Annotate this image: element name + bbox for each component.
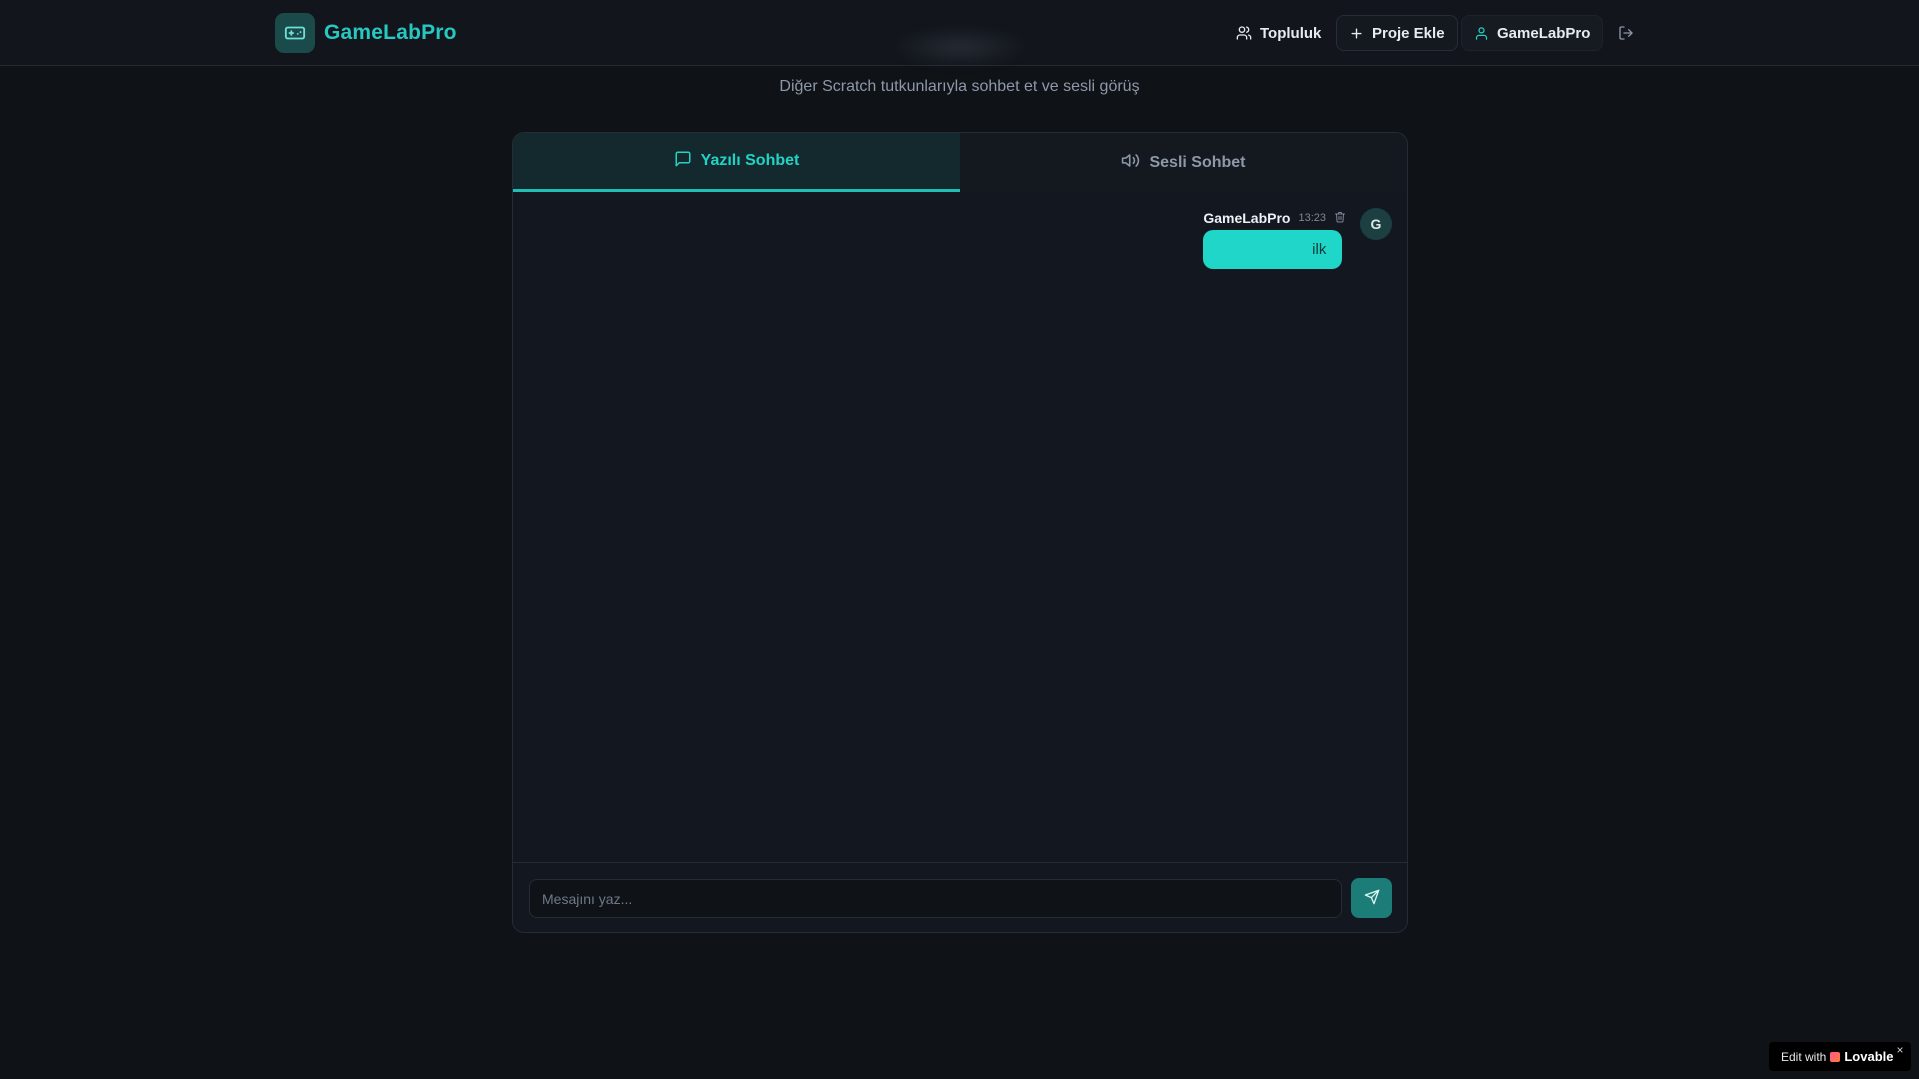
add-project-button[interactable]: Proje Ekle <box>1336 15 1458 51</box>
nav-community-label: Topluluk <box>1260 24 1322 42</box>
user-icon <box>1474 26 1489 41</box>
message-input[interactable] <box>529 879 1342 918</box>
avatar: G <box>1360 208 1392 240</box>
message-list[interactable]: GameLabPro 13:23 ilk G <box>513 193 1407 861</box>
tab-text-chat-label: Yazılı Sohbet <box>700 152 800 169</box>
chat-tabs: Yazılı Sohbet Sesli Sohbet <box>513 133 1407 192</box>
gamepad-icon <box>275 13 315 53</box>
tab-text-chat[interactable]: Yazılı Sohbet <box>513 133 960 192</box>
badge-brand: Lovable <box>1844 1049 1894 1064</box>
message-square-icon <box>674 150 692 173</box>
badge-prefix: Edit with <box>1781 1049 1827 1064</box>
tab-voice-chat[interactable]: Sesli Sohbet <box>960 133 1407 192</box>
app-name: GameLabPro <box>324 21 457 44</box>
send-icon <box>1364 889 1380 908</box>
edit-with-lovable-badge[interactable]: Edit with Lovable <box>1769 1042 1911 1071</box>
plus-icon <box>1349 26 1364 41</box>
message-item: GameLabPro 13:23 ilk G <box>1203 208 1392 269</box>
user-profile-button[interactable]: GameLabPro <box>1461 15 1604 51</box>
lovable-heart-icon <box>1830 1051 1841 1062</box>
user-label: GameLabPro <box>1497 24 1591 42</box>
chat-card: Yazılı Sohbet Sesli Sohbet GameLabPro 13… <box>512 132 1408 933</box>
top-navbar: GameLabPro Topluluk Proje Ekle GameLabPr… <box>0 0 1919 66</box>
message-time: 13:23 <box>1298 212 1326 224</box>
logout-icon[interactable] <box>1614 21 1638 45</box>
page-subtitle: Diğer Scratch tutkunlarıyla sohbet et ve… <box>779 78 1140 95</box>
add-project-label: Proje Ekle <box>1372 24 1445 42</box>
nav-community-link[interactable]: Topluluk <box>1224 15 1333 51</box>
volume-icon <box>1121 151 1140 175</box>
tab-voice-chat-label: Sesli Sohbet <box>1149 153 1246 171</box>
message-meta: GameLabPro 13:23 <box>1203 208 1348 228</box>
message-composer <box>513 862 1407 932</box>
message-author: GameLabPro <box>1203 210 1291 226</box>
message-bubble: ilk <box>1203 230 1343 269</box>
close-icon[interactable]: × <box>1894 1044 1906 1056</box>
message-body: GameLabPro 13:23 ilk <box>1203 208 1348 269</box>
logo-home-link[interactable]: GameLabPro <box>275 13 457 53</box>
send-button[interactable] <box>1351 878 1392 918</box>
trash-icon[interactable] <box>1334 211 1348 225</box>
page-title-blur <box>890 28 1030 66</box>
users-icon <box>1236 25 1252 41</box>
